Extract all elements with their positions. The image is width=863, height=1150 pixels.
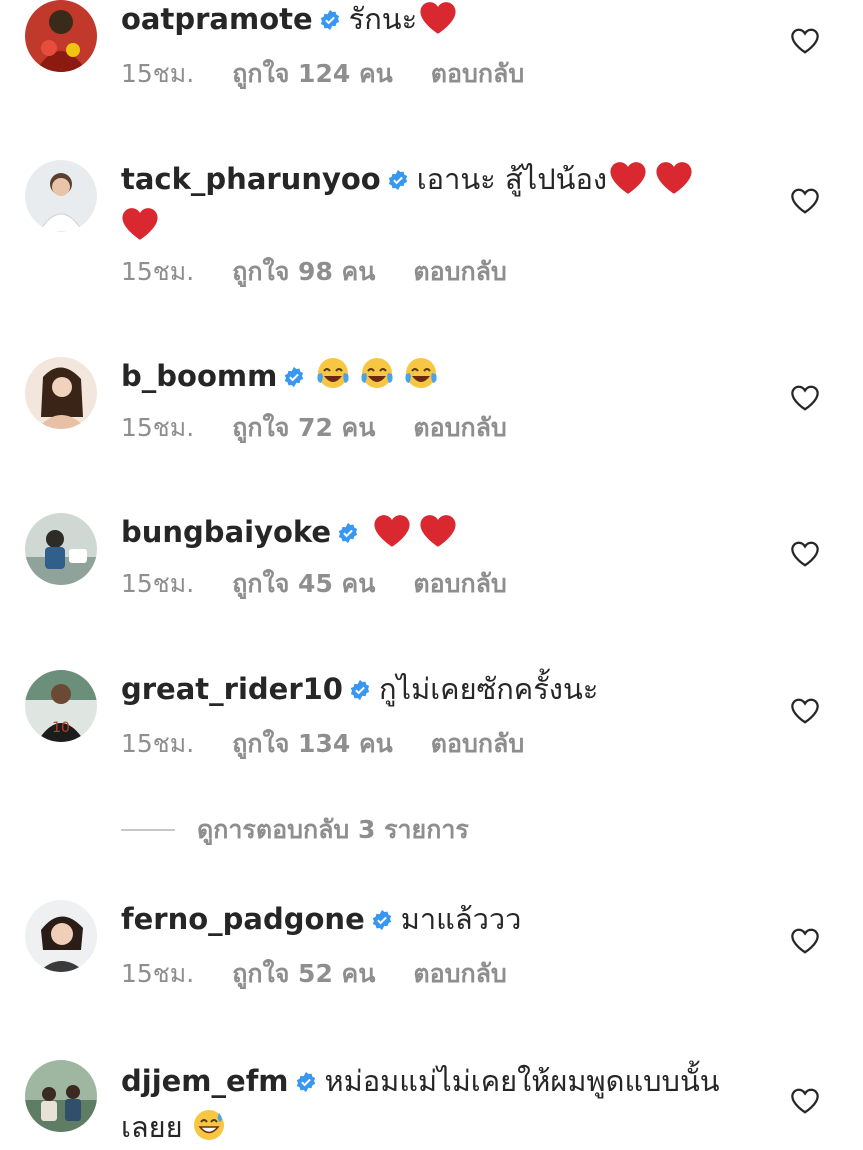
reply-button[interactable]: ตอบกลับ [413, 569, 506, 598]
comment-time: 15ชม. [121, 59, 195, 88]
comment-time: 15ชม. [121, 729, 195, 758]
comment-body: b_boomm [121, 353, 741, 399]
divider-line [121, 829, 175, 831]
comment-likes[interactable]: ถูกใจ 72 คน [232, 413, 375, 442]
comment-body: great_rider10 กูไม่เคยซักครั้งนะ [121, 666, 741, 712]
comment-time: 15ชม. [121, 413, 195, 442]
comment-meta: 15ชม. ถูกใจ 72 คน ตอบกลับ [121, 410, 545, 446]
red-heart-emoji [419, 514, 457, 548]
comment-likes[interactable]: ถูกใจ 124 คน [232, 59, 393, 88]
grinning-sweat-emoji [191, 1107, 227, 1143]
reply-button[interactable]: ตอบกลับ [413, 413, 506, 442]
comment-meta: 15ชม. ถูกใจ 98 คน ตอบกลับ [121, 254, 545, 290]
red-heart-emoji [419, 1, 457, 35]
comment-likes[interactable]: ถูกใจ 98 คน [232, 257, 375, 286]
avatar[interactable] [25, 160, 97, 232]
avatar[interactable] [25, 900, 97, 972]
reply-button[interactable]: ตอบกลับ [431, 59, 524, 88]
comment-username[interactable]: b_boomm [121, 359, 277, 393]
red-heart-emoji [609, 161, 647, 195]
comment-username[interactable]: great_rider10 [121, 672, 343, 706]
comment-meta: 15ชม. ถูกใจ 134 คน ตอบกลับ [121, 726, 562, 762]
reply-button[interactable]: ตอบกลับ [431, 729, 524, 758]
comment-body: bungbaiyoke [121, 509, 741, 555]
tears-of-joy-emoji [403, 356, 439, 392]
verified-badge-icon [387, 169, 409, 191]
comment-text: รักนะ [348, 2, 418, 36]
comment-body: tack_pharunyoo เอานะ สู้ไปน้อง [121, 156, 741, 248]
verified-badge-icon [371, 909, 393, 931]
heart-outline-icon[interactable] [790, 27, 820, 55]
comment-body: djjem_efm หม่อมแม่ไม่เคยให้ผมพูดแบบนั้นเล… [121, 1058, 721, 1150]
heart-outline-icon[interactable] [790, 540, 820, 568]
comment-time: 15ชม. [121, 257, 195, 286]
comment-meta: 15ชม. ถูกใจ 124 คน ตอบกลับ [121, 56, 562, 92]
heart-outline-icon[interactable] [790, 384, 820, 412]
avatar[interactable] [25, 357, 97, 429]
comment-text: กูไม่เคยซักครั้งนะ [379, 672, 599, 706]
verified-badge-icon [337, 522, 359, 544]
comment-username[interactable]: oatpramote [121, 2, 313, 36]
avatar[interactable] [25, 0, 97, 72]
tears-of-joy-emoji [359, 356, 395, 392]
verified-badge-icon [349, 679, 371, 701]
comment-body: ferno_padgone มาแล้ววว [121, 896, 741, 942]
comment-username[interactable]: bungbaiyoke [121, 515, 331, 549]
red-heart-emoji [655, 161, 693, 195]
comment-time: 15ชม. [121, 959, 195, 988]
heart-outline-icon[interactable] [790, 187, 820, 215]
view-replies-button[interactable]: ดูการตอบกลับ 3 รายการ [121, 810, 469, 850]
reply-button[interactable]: ตอบกลับ [413, 257, 506, 286]
comment-username[interactable]: ferno_padgone [121, 902, 365, 936]
comment-text: เอานะ สู้ไปน้อง [416, 162, 608, 196]
heart-outline-icon[interactable] [790, 1087, 820, 1115]
avatar[interactable]: 10 [25, 670, 97, 742]
verified-badge-icon [319, 9, 341, 31]
comment-likes[interactable]: ถูกใจ 45 คน [232, 569, 375, 598]
avatar[interactable] [25, 513, 97, 585]
comment-username[interactable]: tack_pharunyoo [121, 162, 381, 196]
heart-outline-icon[interactable] [790, 927, 820, 955]
comment-time: 15ชม. [121, 569, 195, 598]
comment-text: มาแล้ววว [400, 902, 522, 936]
svg-text:10: 10 [52, 720, 70, 736]
comment-meta: 15ชม. ถูกใจ 45 คน ตอบกลับ [121, 566, 545, 602]
red-heart-emoji [373, 514, 411, 548]
tears-of-joy-emoji [315, 356, 351, 392]
comment-likes[interactable]: ถูกใจ 134 คน [232, 729, 393, 758]
view-replies-label: ดูการตอบกลับ 3 รายการ [197, 815, 469, 844]
comment-likes[interactable]: ถูกใจ 52 คน [232, 959, 375, 988]
comment-username[interactable]: djjem_efm [121, 1064, 289, 1098]
verified-badge-icon [295, 1071, 317, 1093]
verified-badge-icon [283, 366, 305, 388]
heart-outline-icon[interactable] [790, 697, 820, 725]
avatar[interactable] [25, 1060, 97, 1132]
comment-meta: 15ชม. ถูกใจ 52 คน ตอบกลับ [121, 956, 545, 992]
red-heart-emoji [121, 207, 159, 241]
comment-body: oatpramote รักนะ [121, 0, 741, 42]
reply-button[interactable]: ตอบกลับ [413, 959, 506, 988]
